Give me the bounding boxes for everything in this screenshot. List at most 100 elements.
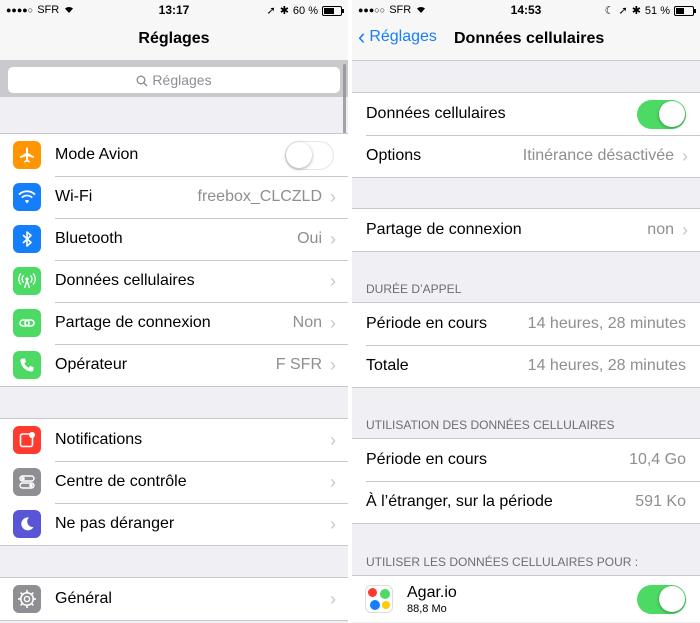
settings-row-bluetooth[interactable]: Bluetooth Oui › [0, 218, 348, 260]
row-label: Notifications [55, 431, 143, 448]
notifications-icon [13, 426, 41, 454]
chevron-right-icon: › [682, 219, 688, 240]
row-value: Non [292, 314, 322, 331]
hotspot-group: Partage de connexion non › [352, 208, 700, 252]
apps-group: Agar.io 88,8 Mo [352, 575, 700, 622]
cellular-data-screen: ●●●○○ SFR 14:53 ☾ ➚ ✱ 51 % ‹ Réglages Do… [352, 0, 700, 623]
call-duration-group: Période en cours 14 heures, 28 minutes T… [352, 302, 700, 388]
moon-status-icon: ☾ [604, 5, 615, 17]
hotspot-chain-icon [13, 309, 41, 337]
chevron-right-icon: › [330, 429, 336, 450]
row-label: Données cellulaires [366, 105, 506, 122]
chevron-right-icon: › [330, 354, 336, 375]
moon-icon [13, 510, 41, 538]
chevron-left-icon: ‹ [358, 24, 366, 49]
chevron-right-icon: › [330, 270, 336, 291]
section-header-call-duration: DURÉE D’APPEL [366, 282, 462, 296]
chevron-right-icon: › [330, 186, 336, 207]
row-value: freebox_CLCZLD [197, 188, 323, 205]
row-value: 10,4 Go [629, 451, 686, 468]
row-label: À l’étranger, sur la période [366, 493, 553, 510]
search-placeholder: Réglages [152, 72, 212, 88]
battery-icon [322, 5, 344, 16]
call-total-row: Totale 14 heures, 28 minutes [352, 345, 700, 387]
row-value: 14 heures, 28 minutes [527, 357, 686, 374]
hotspot-row[interactable]: Partage de connexion non › [352, 209, 700, 251]
page-title: Données cellulaires [454, 30, 605, 47]
section-header-apps: UTILISER LES DONNÉES CELLULAIRES POUR : [366, 555, 639, 569]
data-usage-group: Période en cours 10,4 Go À l’étranger, s… [352, 438, 700, 524]
settings-group-system: Notifications › Centre de contrôle › Ne pas … [0, 418, 348, 546]
row-label: Ne pas déranger [55, 515, 175, 532]
settings-group-network: Mode Avion Wi-Fi freebox_CLCZLD › Bluetooth O… [0, 133, 348, 387]
row-label: Opérateur [55, 356, 128, 373]
app-size: 88,8 Mo [407, 602, 447, 615]
cellular-data-toggle[interactable] [637, 99, 686, 129]
row-label: Général [55, 590, 112, 607]
airplane-icon [13, 141, 41, 169]
status-bar: ●●●●○ SFR 13:17 ➚ ✱ 60 % [0, 0, 348, 20]
cellular-antenna-icon [13, 267, 41, 295]
chevron-right-icon: › [330, 312, 336, 333]
settings-row-wi-fi[interactable]: Wi-Fi freebox_CLCZLD › [0, 176, 348, 218]
row-label: Centre de contrôle [55, 473, 187, 490]
battery-percent: 51 % [644, 4, 670, 17]
settings-row-donnees-cellulaires[interactable]: Données cellulaires › [0, 260, 348, 302]
row-value: 591 Ko [635, 493, 686, 510]
gear-icon [13, 585, 41, 613]
cellular-data-row[interactable]: Données cellulaires [352, 93, 700, 135]
settings-row-general[interactable]: Général › [0, 578, 348, 620]
usage-roaming-row: À l’étranger, sur la période 591 Ko [352, 481, 700, 523]
row-label: Période en cours [366, 451, 487, 468]
agar-io-app-icon [365, 585, 393, 613]
location-icon: ➚ [618, 5, 628, 17]
battery-icon [674, 5, 696, 16]
settings-row-mode-avion[interactable]: Mode Avion [0, 134, 348, 176]
search-input[interactable]: Réglages [8, 67, 340, 93]
options-row[interactable]: Options Itinérance désactivée › [352, 135, 700, 177]
usage-current-period-row: Période en cours 10,4 Go [352, 439, 700, 481]
row-label: Mode Avion [55, 146, 139, 163]
bluetooth-status-icon: ✱ [279, 5, 289, 17]
row-value: F SFR [275, 356, 322, 373]
airplane-mode-toggle[interactable] [285, 140, 334, 170]
call-current-period-row: Période en cours 14 heures, 28 minutes [352, 303, 700, 345]
row-label: Bluetooth [55, 230, 123, 247]
settings-row-notifications[interactable]: Notifications › [0, 419, 348, 461]
chevron-right-icon: › [330, 513, 336, 534]
settings-row-centre-de-controle[interactable]: Centre de contrôle › [0, 461, 348, 503]
chevron-right-icon: › [330, 228, 336, 249]
row-label: Partage de connexion [55, 314, 211, 331]
location-icon: ➚ [266, 5, 276, 17]
cellular-main-group: Données cellulaires Options Itinérance d… [352, 92, 700, 178]
row-label: Totale [366, 357, 409, 374]
settings-row-ne-pas-deranger[interactable]: Ne pas déranger › [0, 503, 348, 545]
bluetooth-icon [13, 225, 41, 253]
settings-group-general: Général › [0, 577, 348, 621]
row-label: Partage de connexion [366, 221, 522, 238]
row-value: 14 heures, 28 minutes [527, 315, 686, 332]
search-bar: Réglages [0, 61, 348, 97]
back-button[interactable]: ‹ Réglages [358, 24, 437, 49]
row-label: Options [366, 147, 422, 164]
row-value: Itinérance désactivée [522, 147, 674, 164]
app-row-agar-io[interactable]: Agar.io 88,8 Mo [352, 576, 700, 622]
settings-row-partage-de-connexion[interactable]: Partage de connexion Non › [0, 302, 348, 344]
row-value: non [647, 221, 674, 238]
settings-row-operateur[interactable]: Opérateur F SFR › [0, 344, 348, 386]
phone-icon [13, 351, 41, 379]
chevron-right-icon: › [330, 588, 336, 609]
bluetooth-status-icon: ✱ [631, 5, 641, 17]
row-value: Oui [297, 230, 322, 247]
chevron-right-icon: › [682, 145, 688, 166]
control-center-icon [13, 468, 41, 496]
back-label: Réglages [369, 28, 437, 45]
screens: ●●●●○ SFR 13:17 ➚ ✱ 60 % Réglages Réglag… [0, 0, 700, 623]
agar-io-cellular-toggle[interactable] [637, 584, 686, 614]
section-header-data-usage: UTILISATION DES DONNÉES CELLULAIRES [366, 418, 615, 432]
nav-bar: Réglages [0, 20, 348, 61]
page-title: Réglages [138, 30, 210, 47]
status-bar: ●●●○○ SFR 14:53 ☾ ➚ ✱ 51 % [352, 0, 700, 20]
settings-screen: ●●●●○ SFR 13:17 ➚ ✱ 60 % Réglages Réglag… [0, 0, 348, 623]
row-label: Données cellulaires [55, 272, 195, 289]
